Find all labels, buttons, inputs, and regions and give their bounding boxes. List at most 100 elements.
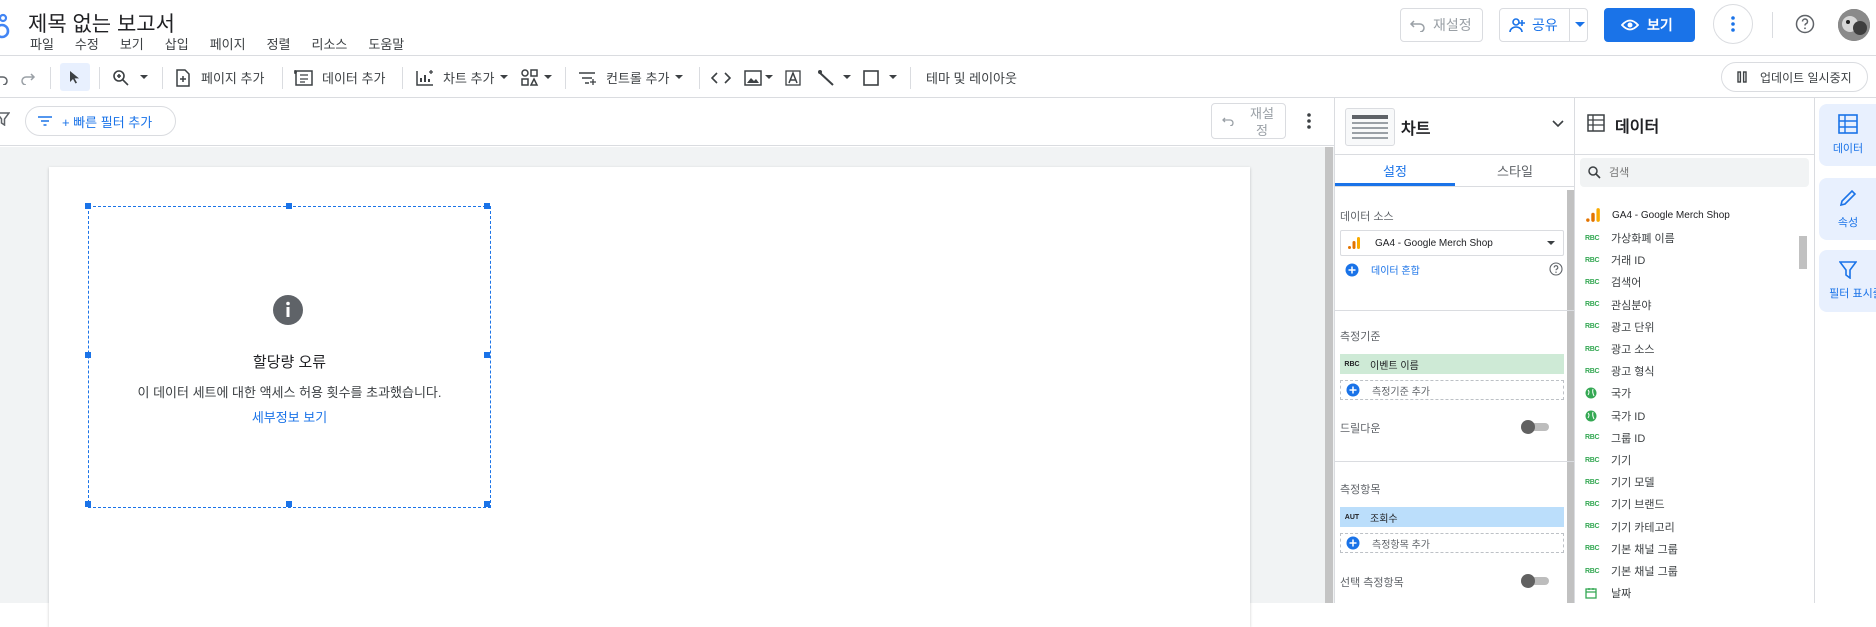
- chevron-down-icon[interactable]: [1552, 120, 1564, 128]
- panel-divider: [1335, 310, 1575, 311]
- shape-icon[interactable]: [863, 57, 897, 98]
- field-list-item[interactable]: RBC 거래 ID: [1585, 249, 1645, 271]
- tab-setup[interactable]: 설정: [1335, 155, 1455, 185]
- toolbar-divider: [282, 67, 283, 89]
- field-search[interactable]: [1580, 158, 1809, 187]
- add-data-button[interactable]: 데이터 추가: [294, 57, 385, 98]
- menu-edit[interactable]: 수정: [75, 34, 99, 53]
- menu-arrange[interactable]: 정렬: [267, 34, 291, 53]
- redo-icon[interactable]: [20, 57, 36, 98]
- filter-funnel-icon[interactable]: [0, 112, 10, 126]
- resize-handle[interactable]: [85, 203, 91, 209]
- menu-bar: 파일 수정 보기 삽입 페이지 정렬 리소스 도움말: [30, 34, 425, 53]
- field-name: 국가 ID: [1611, 410, 1646, 423]
- scrollbar-thumb[interactable]: [1325, 147, 1333, 603]
- ga-analytics-icon: [1347, 236, 1361, 250]
- field-list-item[interactable]: 날짜: [1585, 582, 1631, 604]
- field-list-item[interactable]: RBC 광고 단위: [1585, 316, 1655, 338]
- share-dropdown-icon[interactable]: [1575, 22, 1585, 28]
- add-dimension-button[interactable]: 측정기준 추가: [1340, 380, 1564, 400]
- add-data-icon: [294, 69, 314, 87]
- field-list-item[interactable]: RBC 그룹 ID: [1585, 427, 1645, 449]
- looker-studio-logo-icon[interactable]: [0, 10, 14, 40]
- data-source-select[interactable]: GA4 - Google Merch Shop: [1340, 230, 1564, 256]
- select-pointer-icon[interactable]: [60, 63, 90, 91]
- field-list-item[interactable]: RBC 검색어: [1585, 271, 1641, 293]
- filter-reset-button[interactable]: 재설 정: [1211, 103, 1286, 139]
- quick-filter-button[interactable]: + 빠른 필터 추가: [25, 106, 176, 136]
- field-list-item[interactable]: RBC 기본 채널 그룹: [1585, 538, 1678, 560]
- menu-help[interactable]: 도움말: [368, 34, 404, 53]
- help-icon[interactable]: [1795, 14, 1815, 34]
- resize-handle[interactable]: [286, 501, 292, 507]
- add-chart-button[interactable]: 차트 추가: [415, 57, 509, 98]
- globe-icon: [1585, 387, 1601, 399]
- menu-insert[interactable]: 삽입: [165, 34, 189, 53]
- menu-page[interactable]: 페이지: [210, 34, 246, 53]
- help-circle-icon[interactable]: [1549, 262, 1563, 276]
- data-panel-title: 데이터: [1615, 119, 1660, 136]
- tab-style[interactable]: 스타일: [1455, 155, 1575, 185]
- share-button[interactable]: 공유: [1499, 8, 1588, 42]
- pause-updates-button[interactable]: 업데이트 일시중지: [1721, 62, 1868, 92]
- field-name: 기기 카테고리: [1611, 521, 1675, 534]
- data-list-scrollbar[interactable]: [1799, 236, 1807, 269]
- panel-divider: [1575, 154, 1815, 155]
- canvas-scrollbar[interactable]: [1324, 147, 1334, 603]
- metric-chip[interactable]: AUT 조회수: [1340, 507, 1564, 527]
- add-page-button[interactable]: 페이지 추가: [175, 57, 264, 98]
- rail-properties-button[interactable]: 속성: [1819, 178, 1876, 240]
- add-control-button[interactable]: 컨트롤 추가: [578, 57, 684, 98]
- table-chart-icon[interactable]: [1345, 108, 1395, 146]
- field-type-label: RBC: [1585, 301, 1600, 309]
- theme-layout-button[interactable]: 테마 및 레이아웃: [926, 57, 1017, 98]
- avatar[interactable]: [1838, 9, 1870, 41]
- view-button[interactable]: 보기: [1604, 8, 1695, 42]
- resize-handle[interactable]: [286, 203, 292, 209]
- undo-icon[interactable]: [0, 57, 8, 98]
- embed-code-icon[interactable]: [711, 57, 731, 98]
- add-circle-icon: [1346, 383, 1360, 397]
- field-name: 광고 소스: [1611, 344, 1655, 356]
- menu-view[interactable]: 보기: [120, 34, 144, 53]
- text-box-icon[interactable]: [784, 57, 802, 98]
- resize-handle[interactable]: [85, 501, 91, 507]
- line-icon[interactable]: [817, 57, 851, 98]
- resize-handle[interactable]: [484, 203, 490, 209]
- field-list-item[interactable]: RBC 기기 카테고리: [1585, 516, 1675, 538]
- calendar-icon: [1585, 587, 1601, 599]
- menu-resource[interactable]: 리소스: [312, 34, 348, 53]
- rail-filter-button[interactable]: 필터 표시줄: [1819, 250, 1876, 312]
- reset-button[interactable]: 재설정: [1400, 8, 1483, 42]
- data-source-row[interactable]: GA4 - Google Merch Shop: [1585, 207, 1730, 223]
- toolbar: 페이지 추가 데이터 추가 차트 추가 컨트롤 추가 테마 및 레이아웃 업데이…: [0, 57, 1876, 98]
- rail-data-button[interactable]: 데이터: [1819, 104, 1876, 166]
- more-vert-icon[interactable]: [1713, 4, 1753, 44]
- field-list-item[interactable]: RBC 관심분야: [1585, 294, 1651, 316]
- blend-data-button[interactable]: 데이터 혼합: [1345, 262, 1420, 277]
- field-list-item[interactable]: 국가 ID: [1585, 405, 1645, 427]
- optional-metric-toggle[interactable]: [1521, 574, 1549, 588]
- field-list-item[interactable]: 국가: [1585, 382, 1631, 404]
- dimension-chip[interactable]: RBC 이벤트 이름: [1340, 354, 1564, 374]
- field-list-item[interactable]: RBC 기기: [1585, 449, 1631, 471]
- field-list-item[interactable]: RBC 기기 브랜드: [1585, 493, 1665, 515]
- field-list-item[interactable]: RBC 광고 형식: [1585, 360, 1655, 382]
- image-icon[interactable]: [744, 57, 773, 98]
- field-list-item[interactable]: RBC 기본 채널 그룹: [1585, 560, 1678, 582]
- panel-title: 차트: [1401, 121, 1431, 138]
- field-list-item[interactable]: RBC 가상화폐 이름: [1585, 227, 1675, 249]
- resize-handle[interactable]: [484, 501, 490, 507]
- field-name: 그룹 ID: [1611, 432, 1646, 445]
- add-metric-button[interactable]: 측정항목 추가: [1340, 533, 1564, 553]
- field-list-item[interactable]: RBC 광고 소스: [1585, 338, 1655, 360]
- menu-file[interactable]: 파일: [30, 34, 54, 53]
- field-list-item[interactable]: RBC 기기 모델: [1585, 471, 1655, 493]
- zoom-icon[interactable]: [112, 57, 148, 98]
- search-input[interactable]: [1609, 166, 1789, 179]
- details-link[interactable]: 세부정보 보기: [89, 407, 490, 426]
- community-viz-icon[interactable]: [520, 57, 552, 98]
- chart-component[interactable]: 할당량 오류 이 데이터 세트에 대한 액세스 허용 횟수를 초과했습니다. 세…: [85, 203, 491, 508]
- filterbar-more-icon[interactable]: [1307, 113, 1311, 129]
- drilldown-toggle[interactable]: [1521, 420, 1549, 434]
